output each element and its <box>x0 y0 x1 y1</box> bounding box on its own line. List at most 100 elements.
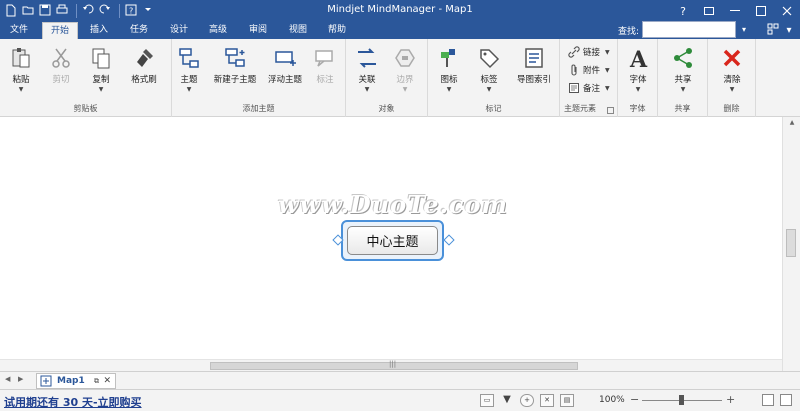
horizontal-scrollbar[interactable]: ||| <box>0 359 782 371</box>
filter-icon[interactable]: ▼ <box>500 394 514 407</box>
ribbon-display-icon[interactable] <box>696 0 722 22</box>
new-subtopic-button[interactable]: 新建子主题 <box>210 44 260 100</box>
copy-button[interactable]: 复制 ▼ <box>84 44 118 100</box>
status-right-tools <box>756 394 792 406</box>
flag-marker-icon <box>441 49 455 67</box>
tab-tasks[interactable]: 任务 <box>124 22 154 39</box>
layout-icon[interactable]: ▤ <box>560 394 574 407</box>
link-button[interactable]: 链接 ▼ <box>568 45 610 59</box>
central-topic-label: 中心主题 <box>347 226 438 255</box>
search-dropdown-icon[interactable]: ▾ <box>737 22 751 38</box>
chevron-down-icon: ▼ <box>364 86 370 93</box>
paintbrush-icon <box>137 49 153 67</box>
scissors-icon <box>52 48 70 68</box>
format-painter-button[interactable]: 格式刷 <box>124 44 164 100</box>
link-label: 链接 <box>583 48 601 58</box>
tab-help[interactable]: 帮助 <box>322 22 352 39</box>
maximize-icon[interactable] <box>748 0 774 22</box>
share-group: 共享 ▼ 共享 <box>658 39 708 117</box>
tab-review[interactable]: 审阅 <box>243 22 273 39</box>
tab-advanced[interactable]: 高级 <box>203 22 233 39</box>
window-mode-icon[interactable] <box>780 394 792 406</box>
open-file-icon[interactable] <box>21 4 35 18</box>
font-group-label: 字体 <box>629 104 646 113</box>
search-input[interactable] <box>642 21 736 38</box>
tab-scroll-right-icon[interactable]: ▶ <box>18 375 23 383</box>
chevron-down-icon: ▼ <box>605 48 610 56</box>
collapse-ribbon-icon[interactable]: ▾ <box>782 25 796 36</box>
topic-elements-group: 链接 ▼ 附件 ▼ 备注 ▼ 主题元素 <box>560 39 618 117</box>
find-options-icon[interactable] <box>766 23 780 38</box>
vertical-scroll-thumb[interactable] <box>786 229 796 257</box>
minimize-icon[interactable] <box>722 0 748 22</box>
notes-icon <box>569 83 579 93</box>
clear-button[interactable]: 清除 ▼ <box>712 44 752 100</box>
relationship-icon <box>358 48 376 68</box>
zoom-in-icon[interactable]: + <box>726 393 735 406</box>
callout-label: 标注 <box>316 75 334 85</box>
add-topic-group-label: 添加主题 <box>242 104 275 113</box>
pin-icon[interactable]: ⧉ <box>94 377 99 386</box>
chevron-down-icon: ▼ <box>402 86 408 93</box>
paste-button[interactable]: 粘贴 ▼ <box>4 44 38 100</box>
chevron-down-icon: ▼ <box>98 86 104 93</box>
delete-group-label: 删除 <box>723 104 740 113</box>
attachment-button[interactable]: 附件 ▼ <box>568 63 610 77</box>
close-icon[interactable] <box>774 0 800 22</box>
trial-purchase-link[interactable]: 试用期还有 30 天-立即购买 <box>4 394 142 410</box>
zoom-out-icon[interactable]: − <box>630 393 639 406</box>
tag-icon <box>480 49 500 69</box>
undo-icon[interactable] <box>81 4 95 18</box>
fit-map-icon[interactable]: ✕ <box>540 394 554 407</box>
font-group: A 字体 ▼ 字体 <box>618 39 658 117</box>
topic-button[interactable]: 主题 ▼ <box>172 44 206 100</box>
tab-view[interactable]: 视图 <box>283 22 313 39</box>
chevron-down-icon: ▼ <box>486 86 492 93</box>
boundary-button[interactable]: 边界 ▼ <box>388 44 422 100</box>
dialog-launcher-icon[interactable] <box>607 107 614 114</box>
cut-label: 剪切 <box>52 75 70 85</box>
document-tab[interactable]: Map1 ⧉ ✕ <box>36 373 116 389</box>
help-icon[interactable]: ? <box>124 4 138 18</box>
tags-button[interactable]: 标签 ▼ <box>472 44 506 100</box>
zoom-slider[interactable] <box>642 395 722 405</box>
view-mode-icon[interactable]: ▭ <box>480 394 494 407</box>
floating-topic-button[interactable]: 浮动主题 <box>264 44 306 100</box>
zoom-slider-knob[interactable] <box>679 395 684 405</box>
notes-button[interactable]: 备注 ▼ <box>568 81 610 95</box>
window-controls: ? <box>670 0 800 22</box>
help-icon[interactable]: ? <box>670 0 696 22</box>
save-icon[interactable] <box>38 4 52 18</box>
scroll-up-icon[interactable]: ▲ <box>783 119 800 126</box>
tab-scroll-left-icon[interactable]: ◀ <box>5 375 10 383</box>
new-file-icon[interactable] <box>4 4 18 18</box>
tab-design[interactable]: 设计 <box>164 22 194 39</box>
zoom-level: 100% <box>599 395 625 405</box>
close-tab-icon[interactable]: ✕ <box>103 376 111 386</box>
share-button[interactable]: 共享 ▼ <box>664 44 702 100</box>
icons-button[interactable]: 图标 ▼ <box>432 44 466 100</box>
tab-home[interactable]: 开始 <box>42 22 78 39</box>
delete-x-icon <box>723 49 741 67</box>
fit-page-icon[interactable] <box>762 394 774 406</box>
tab-insert[interactable]: 插入 <box>84 22 114 39</box>
scroll-grip-icon: ||| <box>389 360 397 368</box>
relationship-label: 关联 <box>358 75 376 85</box>
tab-file[interactable]: 文件 <box>4 22 34 39</box>
topic-label: 主题 <box>180 75 198 85</box>
qat-separator <box>119 4 120 18</box>
cut-button[interactable]: 剪切 <box>44 44 78 100</box>
document-tab-name: Map1 <box>57 376 85 386</box>
vertical-scrollbar[interactable]: ▲ <box>782 117 800 371</box>
central-topic[interactable]: 中心主题 <box>341 220 444 261</box>
focus-icon[interactable]: + <box>520 394 534 407</box>
font-button[interactable]: A 字体 ▼ <box>620 44 656 100</box>
print-icon[interactable] <box>55 4 69 18</box>
attachment-label: 附件 <box>583 66 601 76</box>
callout-button[interactable]: 标注 <box>308 44 342 100</box>
redo-icon[interactable] <box>98 4 112 18</box>
chevron-down-icon: ▼ <box>605 84 610 92</box>
customize-icon[interactable] <box>141 4 155 18</box>
relationship-button[interactable]: 关联 ▼ <box>350 44 384 100</box>
map-index-button[interactable]: 导图索引 <box>512 44 556 100</box>
